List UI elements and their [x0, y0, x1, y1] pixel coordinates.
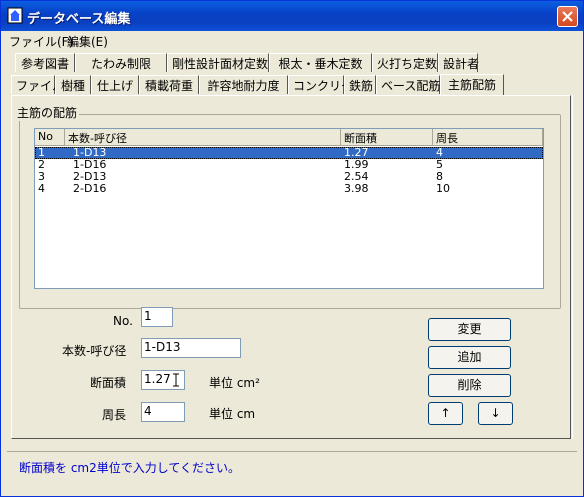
move-up-button[interactable]: ↑ — [428, 402, 463, 425]
no-field[interactable]: 1 — [141, 307, 173, 327]
tab-finish[interactable]: 仕上げ — [91, 75, 139, 94]
status-message: 断面積を cm2単位で入力してください。 — [19, 461, 241, 475]
arrow-down-icon: ↓ — [490, 406, 501, 420]
no-label: No. — [113, 314, 133, 328]
table-row[interactable]: 4 2-D16 3.98 10 — [35, 182, 543, 195]
arrow-up-icon: ↑ — [440, 406, 451, 420]
tab-reference-books[interactable]: 参考図書 — [15, 53, 75, 72]
tab-hiuchi[interactable]: 火打ち定数 — [372, 53, 438, 72]
rebar-list[interactable]: No 本数-呼び径 断面積 周長 1 1-D13 1.27 4 2 1-D16 … — [34, 128, 544, 289]
menu-file[interactable]: ファイル(F) — [9, 33, 73, 50]
tab-main-rebar[interactable]: 主筋配筋 — [440, 74, 504, 95]
database-edit-window: データベース編集 ファイル(F) 編集(E) 参考図書 たわみ制限 剛性設計面材… — [0, 0, 584, 497]
tab-row-1: 参考図書 たわみ制限 剛性設計面材定数 根太・垂木定数 火打ち定数 設計者 — [15, 53, 495, 73]
col-perimeter[interactable]: 周長 — [433, 129, 543, 146]
table-row[interactable]: 2 1-D16 1.99 5 — [35, 158, 543, 171]
delete-button[interactable]: 削除 — [428, 374, 511, 397]
tab-joist-rafter[interactable]: 根太・垂木定数 — [269, 53, 372, 72]
area-label: 断面積 — [90, 376, 127, 390]
tab-bearing-capacity[interactable]: 許容地耐力度 — [199, 75, 288, 94]
list-header: No 本数-呼び径 断面積 周長 — [35, 129, 543, 146]
area-unit: 単位 cm² — [209, 376, 260, 390]
tab-base-rebar[interactable]: ベース配筋 — [376, 75, 440, 94]
tab-concrete[interactable]: コンクリート — [288, 75, 365, 94]
bar-size-field[interactable]: 1-D13 — [141, 338, 241, 358]
area-field[interactable]: 1.27 — [141, 370, 185, 390]
area-value: 1.27 — [144, 372, 171, 386]
add-button[interactable]: 追加 — [428, 346, 511, 369]
status-bar: 断面積を cm2単位で入力してください。 — [7, 451, 577, 487]
menu-bar: ファイル(F) 編集(E) — [1, 31, 583, 49]
perimeter-unit: 単位 cm — [209, 407, 256, 421]
tab-wood-species[interactable]: 樹種 — [55, 75, 91, 94]
col-bar-size[interactable]: 本数-呼び径 — [65, 129, 341, 146]
bar-size-label: 本数-呼び径 — [62, 344, 127, 358]
tab-rebar[interactable]: 鉄筋 — [344, 75, 376, 94]
tab-row-2: ファイル 樹種 仕上げ 積載荷重 許容地耐力度 コンクリート 鉄筋 ベース配筋 … — [11, 74, 511, 95]
col-no[interactable]: No — [35, 129, 65, 146]
group-label: 主筋の配筋 — [15, 104, 80, 121]
window-scroll-edge — [572, 95, 581, 439]
tab-deflection-limit[interactable]: たわみ制限 — [75, 53, 167, 72]
menu-edit[interactable]: 編集(E) — [67, 33, 108, 50]
move-down-button[interactable]: ↓ — [478, 402, 513, 425]
close-button[interactable] — [557, 6, 578, 27]
table-row[interactable]: 1 1-D13 1.27 4 — [35, 146, 543, 159]
cell-area: 3.98 — [344, 182, 369, 195]
cell-no: 4 — [38, 182, 45, 195]
tab-stiffness-panel[interactable]: 剛性設計面材定数 — [167, 53, 269, 72]
title-bar[interactable]: データベース編集 — [1, 1, 583, 31]
cell-bar-size: 2-D16 — [73, 182, 107, 195]
perimeter-field[interactable]: 4 — [141, 402, 185, 422]
app-icon — [7, 7, 23, 24]
close-icon — [562, 11, 573, 22]
col-area[interactable]: 断面積 — [341, 129, 433, 146]
window-title: データベース編集 — [27, 12, 131, 27]
text-cursor-icon — [173, 373, 179, 387]
table-row[interactable]: 3 2-D13 2.54 8 — [35, 170, 543, 183]
change-button[interactable]: 変更 — [428, 318, 511, 341]
tab-file[interactable]: ファイル — [11, 75, 64, 94]
perimeter-label: 周長 — [102, 408, 127, 422]
tab-live-load[interactable]: 積載荷重 — [139, 75, 199, 94]
cell-perimeter: 10 — [436, 182, 450, 195]
tab-designer[interactable]: 設計者 — [438, 53, 479, 72]
